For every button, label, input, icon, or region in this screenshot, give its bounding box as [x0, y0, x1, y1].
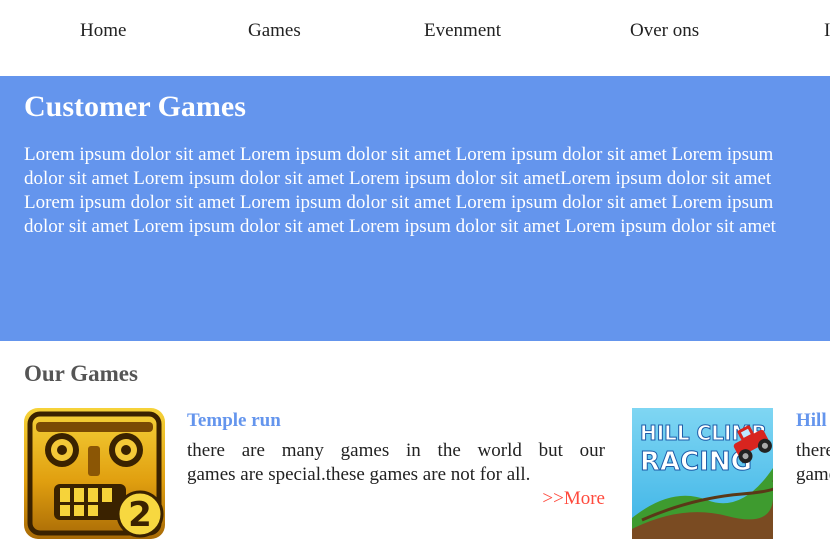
hero-text-line: dolor sit amet Lorem ipsum dolor sit ame…	[24, 168, 772, 189]
game-description: there are many games games are special	[796, 439, 830, 487]
top-nav: Home Games Evenment Over ons I	[0, 0, 830, 76]
nav-games[interactable]: Games	[248, 20, 301, 42]
hill-climb-racing-icon[interactable]: HILL CLIMB RACING	[632, 408, 773, 539]
game-title[interactable]: Hill climb racing	[796, 410, 830, 432]
hero-text-line: Lorem ipsum dolor sit amet Lorem ipsum d…	[24, 192, 774, 213]
game-description-line: games are special.these games are not fo…	[187, 464, 531, 485]
svg-text:2: 2	[128, 495, 152, 535]
hero-text-line: Lorem ipsum dolor sit amet Lorem ipsum d…	[24, 144, 774, 165]
game-card-hill-climb-racing: HILL CLIMB RACING Hill climb racing ther…	[632, 408, 830, 540]
temple-run-2-icon[interactable]: 2	[24, 408, 165, 539]
our-games-title: Our Games	[24, 361, 138, 386]
nav-evenment[interactable]: Evenment	[424, 20, 501, 42]
game-description-line: games are special	[796, 464, 830, 485]
game-description-line: there are many games	[796, 440, 830, 461]
hero-title: Customer Games	[24, 90, 246, 123]
game-card-temple-run: 2 Temple run there are many games in the…	[24, 408, 608, 540]
svg-text:RACING: RACING	[640, 447, 752, 477]
game-title[interactable]: Temple run	[187, 410, 281, 432]
hero-text-line: dolor sit amet Lorem ipsum dolor sit ame…	[24, 216, 776, 237]
hero-banner: Customer Games Lorem ipsum dolor sit ame…	[0, 76, 830, 341]
hero-text: Lorem ipsum dolor sit amet Lorem ipsum d…	[24, 143, 830, 239]
page: Home Games Evenment Over ons I Customer …	[0, 0, 830, 550]
nav-home[interactable]: Home	[80, 20, 126, 42]
game-description: there are many games in the world but ou…	[187, 439, 605, 487]
nav-over-ons[interactable]: Over ons	[630, 20, 699, 42]
nav-item-partial[interactable]: I	[824, 20, 830, 42]
more-link[interactable]: >>More	[542, 488, 605, 510]
game-description-line: there are many games in the world but ou…	[187, 440, 605, 461]
